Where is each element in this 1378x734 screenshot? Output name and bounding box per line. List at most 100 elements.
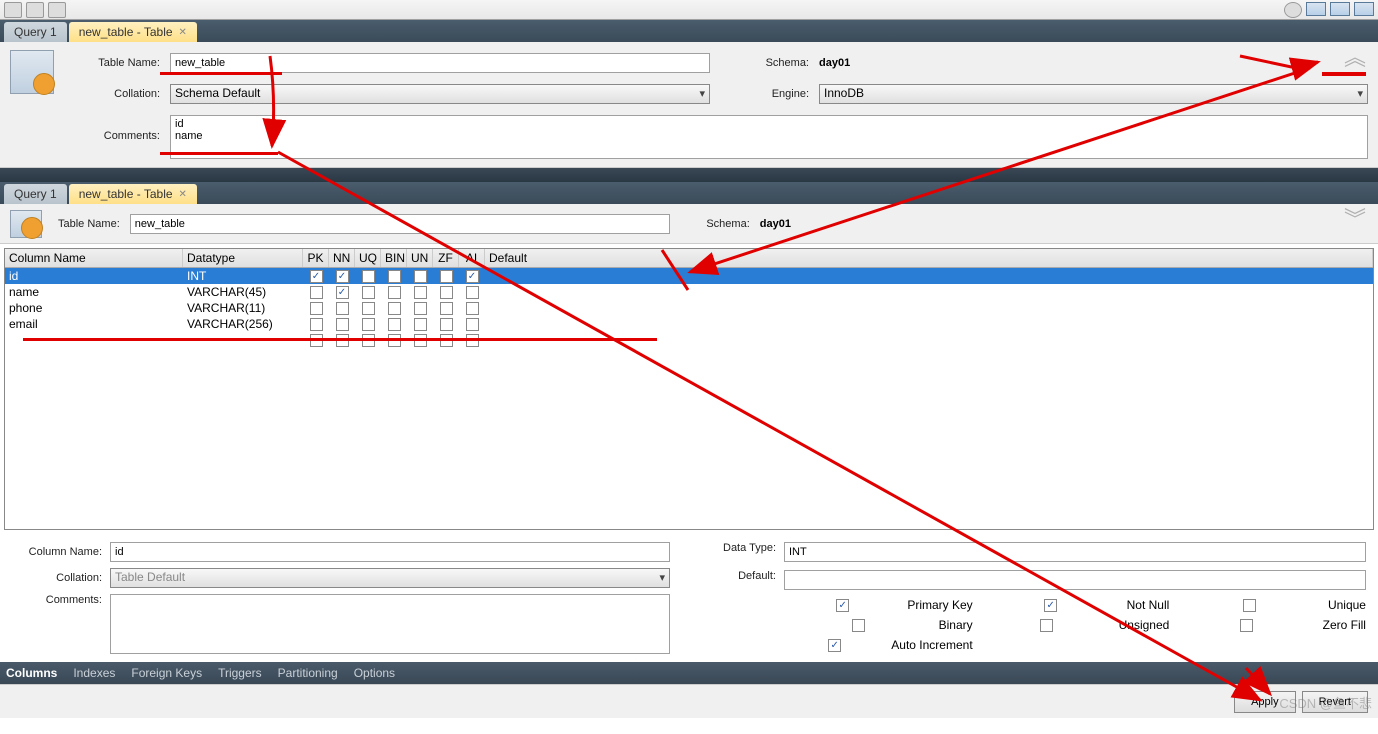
table-row[interactable]: emailVARCHAR(256) xyxy=(5,316,1373,332)
engine-select[interactable]: InnoDB xyxy=(819,84,1368,104)
schema-label: Schema: xyxy=(729,57,809,69)
hdr-ai[interactable]: AI xyxy=(459,249,485,267)
table-name-input[interactable] xyxy=(170,53,710,73)
flag-zf[interactable]: Zero Fill xyxy=(1177,618,1366,632)
table-row[interactable]: nameVARCHAR(45) xyxy=(5,284,1373,300)
det-collation-select[interactable]: Table Default xyxy=(110,568,670,588)
cell-un[interactable] xyxy=(407,270,433,283)
hdr-bin[interactable]: BIN xyxy=(381,249,407,267)
flag-ai[interactable]: Auto Increment xyxy=(784,638,973,652)
btab-triggers[interactable]: Triggers xyxy=(218,666,262,680)
column-detail: Column Name: Collation: Table Default Co… xyxy=(0,534,1378,662)
tab-query1-b[interactable]: Query 1 xyxy=(4,184,67,204)
comments-textarea[interactable] xyxy=(170,115,1368,159)
btab-columns[interactable]: Columns xyxy=(6,666,57,680)
col-name-input[interactable] xyxy=(110,542,670,562)
cell-un[interactable] xyxy=(407,286,433,299)
cell-pk[interactable] xyxy=(303,318,329,331)
flag-pk[interactable]: Primary Key xyxy=(784,598,973,612)
cell-pk[interactable] xyxy=(303,302,329,315)
cell-un[interactable] xyxy=(407,318,433,331)
cell-ai[interactable] xyxy=(459,318,485,331)
flag-nn[interactable]: Not Null xyxy=(981,598,1170,612)
cell-uq[interactable] xyxy=(355,286,381,299)
table-row[interactable]: phoneVARCHAR(11) xyxy=(5,300,1373,316)
det-comments-textarea[interactable] xyxy=(110,594,670,654)
footer: Apply Revert CSDN @鱼不悲 xyxy=(0,684,1378,718)
cell-datatype: VARCHAR(256) xyxy=(183,317,303,331)
table-name-input-2[interactable] xyxy=(130,214,670,234)
cell-bin[interactable] xyxy=(381,286,407,299)
cell-uq[interactable] xyxy=(355,270,381,283)
cell-un[interactable] xyxy=(407,302,433,315)
cell-nn[interactable] xyxy=(329,286,355,299)
gear-icon[interactable] xyxy=(1284,2,1302,18)
cell-nn[interactable] xyxy=(329,270,355,283)
checkbox-icon[interactable] xyxy=(1040,619,1053,632)
window-btn[interactable] xyxy=(1354,2,1374,16)
toolbar-icon[interactable] xyxy=(4,2,22,18)
revert-button[interactable]: Revert xyxy=(1302,691,1368,713)
tab-newtable[interactable]: new_table - Table ✕ xyxy=(69,22,197,42)
cell-zf[interactable] xyxy=(433,318,459,331)
window-btn[interactable] xyxy=(1330,2,1350,16)
checkbox-icon[interactable] xyxy=(1044,599,1057,612)
hdr-zf[interactable]: ZF xyxy=(433,249,459,267)
toolbar-icon[interactable] xyxy=(48,2,66,18)
window-btn[interactable] xyxy=(1306,2,1326,16)
cell-bin[interactable] xyxy=(381,270,407,283)
det-default-input[interactable] xyxy=(784,570,1366,590)
cell-zf[interactable] xyxy=(433,302,459,315)
btab-options[interactable]: Options xyxy=(354,666,395,680)
cell-pk[interactable] xyxy=(303,286,329,299)
hdr-nn[interactable]: NN xyxy=(329,249,355,267)
hdr-uq[interactable]: UQ xyxy=(355,249,381,267)
flag-bin[interactable]: Binary xyxy=(784,618,973,632)
collation-select[interactable]: Schema Default xyxy=(170,84,710,104)
table-row-empty[interactable] xyxy=(5,332,1373,348)
cell-uq[interactable] xyxy=(355,318,381,331)
btab-indexes[interactable]: Indexes xyxy=(73,666,115,680)
btab-fk[interactable]: Foreign Keys xyxy=(131,666,202,680)
flag-un[interactable]: Unsigned xyxy=(981,618,1170,632)
cell-datatype: VARCHAR(45) xyxy=(183,285,303,299)
hdr-column-name[interactable]: Column Name xyxy=(5,249,183,267)
cell-bin[interactable] xyxy=(381,302,407,315)
checkbox-icon[interactable] xyxy=(1240,619,1253,632)
chevron-down-icon[interactable]: ︾ xyxy=(1344,212,1366,227)
table-name-label: Table Name: xyxy=(58,218,120,230)
cell-ai[interactable] xyxy=(459,286,485,299)
det-datatype-input[interactable] xyxy=(784,542,1366,562)
cell-nn[interactable] xyxy=(329,302,355,315)
cell-nn[interactable] xyxy=(329,318,355,331)
hdr-pk[interactable]: PK xyxy=(303,249,329,267)
cell-ai[interactable] xyxy=(459,302,485,315)
checkbox-icon[interactable] xyxy=(852,619,865,632)
cell-ai[interactable] xyxy=(459,270,485,283)
checkbox-icon[interactable] xyxy=(836,599,849,612)
toolbar-icon[interactable] xyxy=(26,2,44,18)
tab-query1[interactable]: Query 1 xyxy=(4,22,67,42)
cell-pk[interactable] xyxy=(303,270,329,283)
hdr-default[interactable]: Default xyxy=(485,249,1373,267)
btab-partition[interactable]: Partitioning xyxy=(278,666,338,680)
col-name-label: Column Name: xyxy=(12,546,102,558)
close-icon[interactable]: ✕ xyxy=(179,27,187,38)
collation-label: Collation: xyxy=(70,88,160,100)
table-row[interactable]: idINT xyxy=(5,268,1373,284)
apply-button[interactable]: Apply xyxy=(1234,691,1296,713)
flag-label: Unique xyxy=(1328,598,1366,612)
cell-bin[interactable] xyxy=(381,318,407,331)
close-icon[interactable]: ✕ xyxy=(179,189,187,200)
checkbox-icon[interactable] xyxy=(828,639,841,652)
cell-zf[interactable] xyxy=(433,286,459,299)
hdr-un[interactable]: UN xyxy=(407,249,433,267)
flag-uq[interactable]: Unique xyxy=(1177,598,1366,612)
cell-zf[interactable] xyxy=(433,270,459,283)
det-default-label: Default: xyxy=(686,570,776,582)
tab-newtable-b[interactable]: new_table - Table ✕ xyxy=(69,184,197,204)
hdr-datatype[interactable]: Datatype xyxy=(183,249,303,267)
cell-uq[interactable] xyxy=(355,302,381,315)
checkbox-icon[interactable] xyxy=(1243,599,1256,612)
chevron-up-icon[interactable]: ︽ xyxy=(1344,50,1366,65)
